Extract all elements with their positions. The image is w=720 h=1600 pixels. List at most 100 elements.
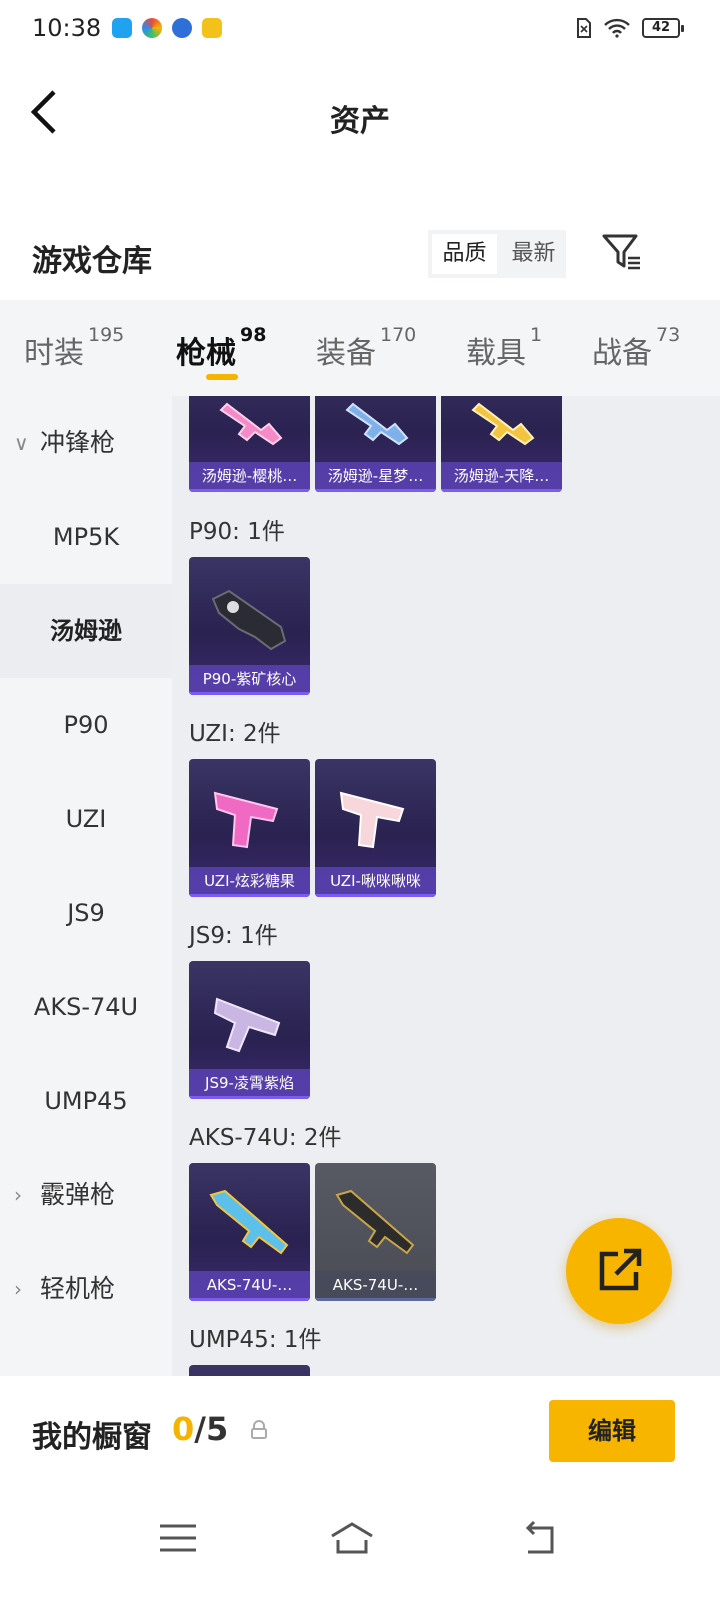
sidebar-group-smg[interactable]: ∨ 冲锋枪 <box>0 396 172 490</box>
tab-label: 载具 <box>466 336 526 371</box>
system-nav-bar <box>0 1488 720 1600</box>
tab-label: 枪械 <box>176 336 236 371</box>
tab-count: 1 <box>530 324 543 346</box>
uzi-pink-image <box>339 791 405 849</box>
sidebar-item-label: JS9 <box>67 899 105 927</box>
section-title: AKS-74U: 2件 <box>189 1125 342 1151</box>
weapon-card-label: UZI-炫彩糖果 <box>189 867 310 897</box>
weapon-card-label: 汤姆逊-天降… <box>441 462 562 492</box>
filter-button[interactable] <box>600 230 644 274</box>
weapon-card-label: UZI-啾咪啾咪 <box>315 867 436 897</box>
page-title: 资产 <box>330 104 390 139</box>
share-button[interactable] <box>566 1218 672 1324</box>
weapon-card[interactable]: UZI-啾咪啾咪 <box>315 759 436 897</box>
sidebar-item-label: AKS-74U <box>33 993 139 1021</box>
smg-pink-image <box>219 402 283 446</box>
aks74u-blue-image <box>209 1189 289 1255</box>
weapon-card[interactable]: 汤姆逊-天降… <box>441 396 562 492</box>
tab-count: 98 <box>240 324 267 346</box>
sidebar-item-js9[interactable]: JS9 <box>0 866 172 960</box>
showcase-count: 0/5 <box>172 1410 228 1448</box>
sidebar-item-label: MP5K <box>52 523 120 551</box>
weapon-card[interactable] <box>189 1365 310 1376</box>
sort-quality-button[interactable]: 品质 <box>432 234 497 274</box>
tab-supplies[interactable]: 战备73 <box>592 324 680 372</box>
sidebar-item-thompson[interactable]: 汤姆逊 <box>0 584 172 678</box>
weapon-card[interactable]: UZI-炫彩糖果 <box>189 759 310 897</box>
sidebar-item-p90[interactable]: P90 <box>0 678 172 772</box>
weapon-card-label: 汤姆逊-星梦… <box>315 462 436 492</box>
weapon-card[interactable]: AKS-74U-… <box>315 1163 436 1301</box>
edit-button[interactable]: 编辑 <box>549 1400 675 1462</box>
sidebar-group-lmg[interactable]: › 轻机枪 <box>0 1242 172 1336</box>
sidebar-item-label: 冲锋枪 <box>40 428 116 457</box>
menu-icon[interactable] <box>156 1518 200 1558</box>
battery-icon: 42 <box>642 18 684 38</box>
wifi-icon <box>604 18 630 38</box>
section-title: JS9: 1件 <box>189 923 278 949</box>
smg-gold-image <box>471 402 535 446</box>
chevron-down-icon: ∨ <box>14 431 29 455</box>
sim-icon <box>577 18 591 38</box>
sidebar-item-uzi[interactable]: UZI <box>0 772 172 866</box>
tab-equipment[interactable]: 装备170 <box>316 324 416 372</box>
showcase-total: /5 <box>194 1410 229 1448</box>
showcase-label: 我的橱窗 <box>32 1420 152 1455</box>
section-title: P90: 1件 <box>189 519 285 545</box>
section-title: UMP45: 1件 <box>189 1327 322 1353</box>
sidebar-item-mp5k[interactable]: MP5K <box>0 490 172 584</box>
lock-icon <box>251 1420 267 1439</box>
tab-guns[interactable]: 枪械98 <box>176 324 266 372</box>
home-icon[interactable] <box>330 1518 374 1558</box>
weapon-card-label: P90-紫矿核心 <box>189 665 310 695</box>
share-icon <box>599 1248 642 1291</box>
js9-image <box>213 997 281 1053</box>
weapon-card[interactable]: P90-紫矿核心 <box>189 557 310 695</box>
aks74u-gold-image <box>335 1189 415 1255</box>
weapon-card-label: 汤姆逊-樱桃… <box>189 462 310 492</box>
app-icon <box>142 18 162 38</box>
tab-fashion[interactable]: 时装195 <box>24 324 124 372</box>
weapon-card-label: AKS-74U-… <box>189 1271 310 1301</box>
status-indicators: 42 <box>576 18 684 38</box>
sidebar-item-label: 霰弹枪 <box>40 1180 116 1209</box>
status-time: 10:38 <box>32 14 102 42</box>
sidebar-item-ump45[interactable]: UMP45 <box>0 1054 172 1148</box>
active-tab-indicator <box>206 374 238 380</box>
p90-image <box>211 589 287 651</box>
tab-vehicles[interactable]: 载具1 <box>466 324 542 372</box>
status-bar: 10:38 42 <box>0 0 720 60</box>
showcase-current: 0 <box>172 1410 195 1448</box>
notification-icons <box>112 18 222 38</box>
tab-label: 战备 <box>592 336 652 371</box>
sidebar-item-aks74u[interactable]: AKS-74U <box>0 960 172 1054</box>
weapon-card[interactable]: JS9-凌霄紫焰 <box>189 961 310 1099</box>
sort-latest-button[interactable]: 最新 <box>501 230 566 278</box>
smg-blue-image <box>345 402 409 446</box>
sidebar-group-shotgun[interactable]: › 霰弹枪 <box>0 1148 172 1242</box>
filter-icon <box>602 234 640 270</box>
weapon-category-sidebar: ∨ 冲锋枪 MP5K 汤姆逊 P90 UZI JS9 AKS-74U UMP45 … <box>0 396 172 1376</box>
weapon-card[interactable]: 汤姆逊-星梦… <box>315 396 436 492</box>
sidebar-item-label: P90 <box>63 711 109 739</box>
sidebar-item-label: 轻机枪 <box>40 1274 116 1303</box>
sidebar-item-label: UZI <box>65 805 107 833</box>
weapon-card[interactable]: 汤姆逊-樱桃… <box>189 396 310 492</box>
back-nav-icon[interactable] <box>518 1518 562 1558</box>
warehouse-title: 游戏仓库 <box>32 244 152 279</box>
weapon-card[interactable]: AKS-74U-… <box>189 1163 310 1301</box>
uzi-candy-image <box>213 791 279 849</box>
tab-label: 装备 <box>316 336 376 371</box>
sort-toggle: 品质 最新 <box>428 230 566 278</box>
section-title: UZI: 2件 <box>189 721 281 747</box>
tab-count: 195 <box>88 324 125 346</box>
weapon-card-label: JS9-凌霄紫焰 <box>189 1069 310 1099</box>
tab-label: 时装 <box>24 336 84 371</box>
qq-icon <box>112 18 132 38</box>
baidu-icon <box>172 18 192 38</box>
sidebar-item-label: UMP45 <box>44 1087 128 1115</box>
game-icon <box>202 18 222 38</box>
showcase-bar: 我的橱窗 0/5 编辑 <box>0 1376 720 1488</box>
tab-count: 170 <box>380 324 417 346</box>
sidebar-item-label: 汤姆逊 <box>50 617 122 645</box>
